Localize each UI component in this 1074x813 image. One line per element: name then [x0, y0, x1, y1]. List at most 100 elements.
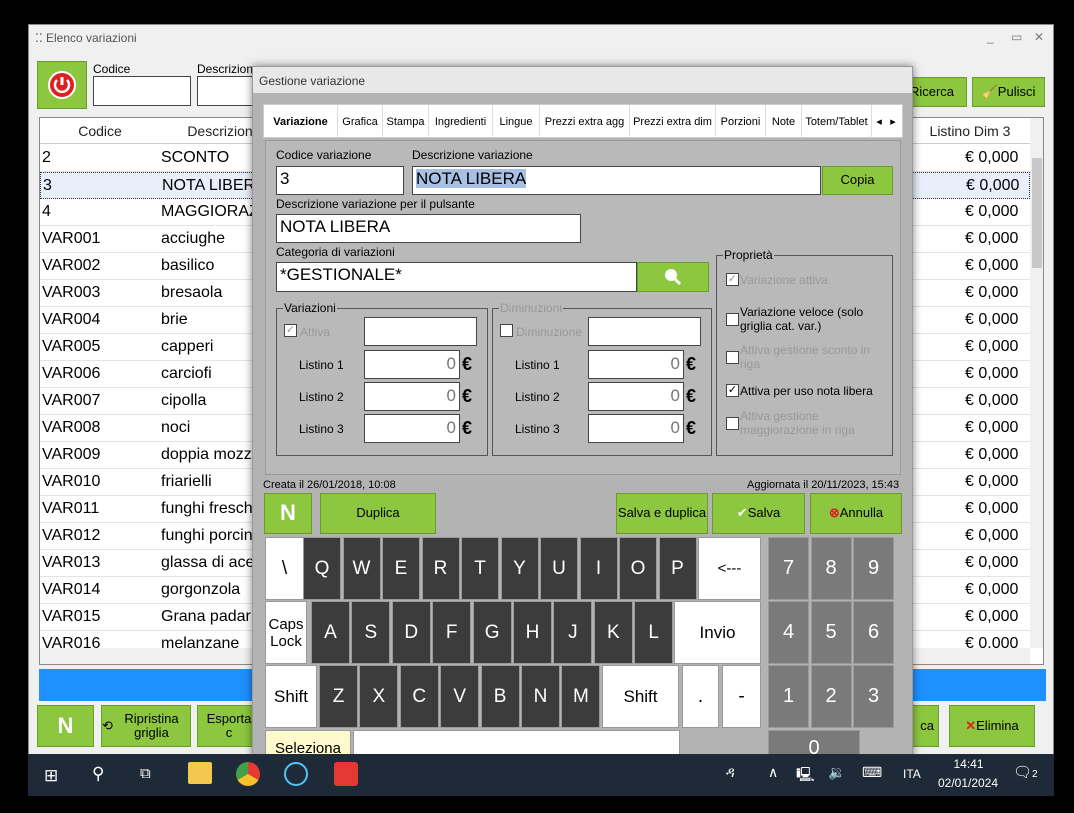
close-icon[interactable]: ✕: [1034, 30, 1044, 44]
codice-variazione-input[interactable]: 3: [276, 166, 404, 195]
tab-prezzi-extra-dim[interactable]: Prezzi extra dim: [630, 105, 716, 138]
keyboard-icon[interactable]: ⌨: [862, 764, 882, 781]
scrollbar-thumb[interactable]: [1032, 158, 1042, 268]
dialog-new-button[interactable]: N: [264, 493, 312, 534]
salva-e-duplica-button[interactable]: Salva e duplica: [616, 493, 708, 534]
numpad-4[interactable]: 4: [768, 601, 809, 664]
key-w[interactable]: W: [342, 537, 381, 600]
key-l[interactable]: L: [634, 601, 674, 664]
var-listino1-input[interactable]: 0: [364, 350, 460, 379]
key-q[interactable]: Q: [303, 537, 341, 600]
sconto-riga-checkbox[interactable]: [726, 351, 739, 364]
esporta-button[interactable]: Esporta c: [197, 705, 257, 747]
key-h[interactable]: H: [513, 601, 552, 664]
key-z[interactable]: Z: [319, 665, 358, 728]
key-shift-right[interactable]: Shift: [602, 665, 679, 728]
var-listino3-input[interactable]: 0: [364, 414, 460, 443]
numpad-9[interactable]: 9: [853, 537, 894, 600]
key-shift-left[interactable]: Shift: [265, 665, 317, 728]
key-e[interactable]: E: [382, 537, 420, 600]
ripristina-griglia-button[interactable]: ⟲ Ripristina griglia: [101, 705, 191, 747]
people-icon[interactable]: ዳ: [726, 764, 735, 781]
clock-date[interactable]: 02/01/2024: [933, 776, 1003, 790]
tab-lingue[interactable]: Lingue: [493, 105, 540, 138]
key-caps-lock[interactable]: Caps Lock: [265, 601, 307, 664]
salva-button[interactable]: ✔ Salva: [712, 493, 805, 534]
maggiorazione-riga-checkbox[interactable]: [726, 417, 739, 430]
power-button[interactable]: [37, 61, 87, 109]
codice-search-input[interactable]: [93, 76, 191, 106]
grid-vertical-scrollbar[interactable]: [1030, 118, 1043, 648]
variazione-attiva-checkbox[interactable]: ✓: [726, 273, 739, 286]
descrizione-variazione-input[interactable]: NOTA LIBERA: [412, 166, 821, 195]
categoria-input[interactable]: *GESTIONALE*: [276, 262, 637, 292]
key-a[interactable]: A: [311, 601, 350, 664]
diminuzioni-text-input[interactable]: [588, 317, 701, 346]
key-v[interactable]: V: [440, 665, 480, 728]
diminuzione-checkbox[interactable]: [500, 324, 513, 337]
key-c[interactable]: C: [399, 665, 439, 728]
clock-time[interactable]: 14:41: [941, 757, 996, 771]
timer-app-icon[interactable]: [284, 762, 308, 786]
task-view-icon[interactable]: ⧉: [140, 765, 151, 782]
variazioni-text-input[interactable]: [364, 317, 477, 346]
volume-icon[interactable]: 🔉: [828, 764, 845, 781]
tab-grafica[interactable]: Grafica: [338, 105, 383, 138]
annulla-button[interactable]: ⊗ Annulla: [810, 493, 902, 534]
key-p[interactable]: P: [658, 537, 697, 600]
categoria-search-button[interactable]: [637, 262, 709, 292]
tab-totem-tablet[interactable]: Totem/Tablet: [802, 105, 872, 138]
pulsante-input[interactable]: NOTA LIBERA: [276, 214, 581, 243]
chrome-icon[interactable]: [236, 762, 260, 786]
key-y[interactable]: Y: [500, 537, 539, 600]
numpad-8[interactable]: 8: [810, 537, 852, 600]
tab-prezzi-extra-agg[interactable]: Prezzi extra agg: [540, 105, 630, 138]
key-b[interactable]: B: [480, 665, 520, 728]
dim-listino2-input[interactable]: 0: [588, 382, 684, 411]
key-t[interactable]: T: [461, 537, 499, 600]
key-n[interactable]: N: [521, 665, 560, 728]
numpad-1[interactable]: 1: [768, 665, 809, 728]
numpad-2[interactable]: 2: [810, 665, 852, 728]
windows-start-icon[interactable]: ⊞: [44, 766, 58, 786]
maximize-icon[interactable]: ▭: [1011, 30, 1022, 44]
descrizione-search-input[interactable]: [197, 76, 257, 106]
notification-icon[interactable]: 🗨2: [1013, 763, 1038, 781]
key-minus[interactable]: -: [722, 665, 761, 728]
network-icon[interactable]: 🖳: [796, 764, 815, 788]
key-k[interactable]: K: [593, 601, 633, 664]
tab-stampa[interactable]: Stampa: [383, 105, 429, 138]
tab-note[interactable]: Note: [766, 105, 802, 138]
var-listino2-input[interactable]: 0: [364, 382, 460, 411]
key-u[interactable]: U: [540, 537, 578, 600]
copia-button[interactable]: Copia: [822, 166, 893, 195]
numpad-3[interactable]: 3: [853, 665, 894, 728]
key-j[interactable]: J: [553, 601, 593, 664]
numpad-7[interactable]: 7: [768, 537, 809, 600]
key-m[interactable]: M: [561, 665, 601, 728]
tab-ingredienti[interactable]: Ingredienti: [429, 105, 493, 138]
key-backspace[interactable]: <---: [698, 537, 761, 600]
tab-porzioni[interactable]: Porzioni: [716, 105, 766, 138]
nota-libera-checkbox[interactable]: ✓: [726, 384, 739, 397]
numpad-6[interactable]: 6: [853, 601, 894, 664]
elimina-button[interactable]: ✕ Elimina: [949, 705, 1035, 747]
col-header-listino-dim-3[interactable]: Listino Dim 3: [910, 118, 1030, 144]
dim-listino1-input[interactable]: 0: [588, 350, 684, 379]
numpad-5[interactable]: 5: [810, 601, 852, 664]
anydesk-icon[interactable]: [334, 762, 358, 786]
file-explorer-icon[interactable]: [188, 762, 212, 784]
tab-scroll-left-icon[interactable]: ◂: [872, 105, 886, 138]
key-f[interactable]: F: [432, 601, 472, 664]
tab-variazione[interactable]: Variazione: [264, 105, 338, 138]
search-icon[interactable]: ⚲: [92, 764, 104, 784]
key-o[interactable]: O: [619, 537, 657, 600]
variazione-veloce-checkbox[interactable]: [726, 313, 739, 326]
key-invio[interactable]: Invio: [674, 601, 761, 664]
language-indicator[interactable]: ITA: [903, 767, 921, 781]
key-g[interactable]: G: [472, 601, 512, 664]
key-period[interactable]: .: [682, 665, 719, 728]
duplica-button[interactable]: Duplica: [320, 493, 436, 534]
pulisci-button[interactable]: 🧹 Pulisci: [972, 77, 1045, 107]
key-r[interactable]: R: [421, 537, 460, 600]
